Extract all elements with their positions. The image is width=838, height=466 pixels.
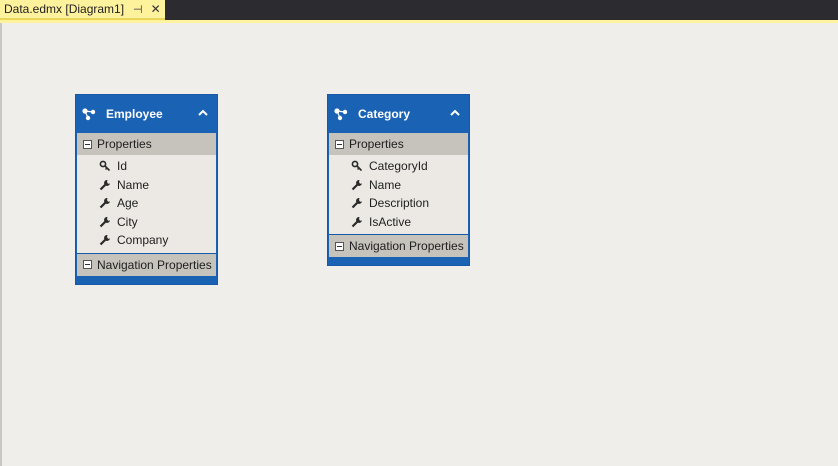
pin-icon[interactable]: ⊣ bbox=[133, 3, 143, 16]
wrench-icon bbox=[99, 198, 110, 209]
wrench-icon bbox=[99, 216, 110, 228]
property-list: CategoryId Name Description IsActive bbox=[329, 155, 468, 234]
property-name: Age bbox=[117, 196, 139, 211]
property-list: Id Name Age City Company bbox=[77, 155, 216, 253]
wrench-icon bbox=[99, 179, 110, 191]
collapse-minus-icon[interactable] bbox=[335, 139, 344, 149]
property-row[interactable]: City bbox=[77, 213, 216, 232]
chevron-up-icon[interactable] bbox=[197, 107, 209, 119]
property-row[interactable]: Description bbox=[329, 194, 468, 213]
entity-header[interactable]: Employee bbox=[76, 95, 217, 133]
properties-section-header[interactable]: Properties bbox=[77, 133, 216, 155]
property-row[interactable]: Age bbox=[77, 194, 216, 213]
key-icon bbox=[99, 160, 111, 172]
document-tab[interactable]: Data.edmx [Diagram1] ⊣ ✕ bbox=[0, 0, 165, 20]
property-name: City bbox=[117, 214, 138, 229]
collapse-minus-icon[interactable] bbox=[335, 241, 344, 251]
entity-header[interactable]: Category bbox=[328, 95, 469, 133]
navigation-properties-header[interactable]: Navigation Properties bbox=[329, 235, 468, 257]
tab-title: Data.edmx [Diagram1] bbox=[4, 2, 125, 16]
wrench-icon bbox=[351, 179, 362, 191]
property-row[interactable]: IsActive bbox=[329, 213, 468, 232]
navigation-properties-section[interactable]: Navigation Properties bbox=[77, 252, 216, 276]
collapse-minus-icon[interactable] bbox=[83, 139, 92, 149]
section-label: Navigation Properties bbox=[97, 257, 212, 272]
property-row[interactable]: Name bbox=[77, 176, 216, 195]
entity-title: Employee bbox=[106, 107, 163, 121]
wrench-icon bbox=[351, 216, 362, 228]
property-name: CategoryId bbox=[369, 159, 428, 174]
section-label: Properties bbox=[97, 137, 152, 151]
property-name: IsActive bbox=[369, 214, 412, 229]
entity-category[interactable]: Category Properties CategoryId Name Desc… bbox=[327, 94, 470, 266]
close-icon[interactable]: ✕ bbox=[151, 2, 161, 16]
property-row[interactable]: Id bbox=[77, 157, 216, 176]
property-row[interactable]: Name bbox=[329, 176, 468, 195]
navigation-properties-header[interactable]: Navigation Properties bbox=[77, 253, 216, 276]
property-name: Id bbox=[117, 159, 128, 174]
property-row[interactable]: CategoryId bbox=[329, 157, 468, 176]
property-name: Description bbox=[369, 196, 430, 211]
entity-footer bbox=[328, 257, 469, 265]
entity-employee[interactable]: Employee Properties Id Name Age City Com… bbox=[75, 94, 218, 285]
collapse-minus-icon[interactable] bbox=[83, 260, 92, 269]
wrench-icon bbox=[99, 235, 110, 246]
property-row[interactable]: Company bbox=[77, 231, 216, 250]
entity-footer bbox=[76, 276, 217, 284]
property-name: Name bbox=[117, 177, 150, 192]
entity-icon bbox=[82, 108, 96, 121]
document-tab-strip: Data.edmx [Diagram1] ⊣ ✕ bbox=[0, 0, 838, 20]
wrench-icon bbox=[351, 198, 362, 209]
entity-icon bbox=[334, 108, 348, 121]
properties-section-header[interactable]: Properties bbox=[329, 133, 468, 155]
section-label: Navigation Properties bbox=[349, 239, 464, 253]
entity-title: Category bbox=[358, 107, 411, 121]
property-name: Company bbox=[117, 233, 169, 248]
navigation-properties-section[interactable]: Navigation Properties bbox=[329, 234, 468, 257]
chevron-up-icon[interactable] bbox=[449, 107, 461, 119]
property-name: Name bbox=[369, 177, 402, 192]
key-icon bbox=[351, 160, 363, 172]
section-label: Properties bbox=[349, 137, 404, 151]
diagram-canvas[interactable]: Employee Properties Id Name Age City Com… bbox=[0, 23, 838, 466]
